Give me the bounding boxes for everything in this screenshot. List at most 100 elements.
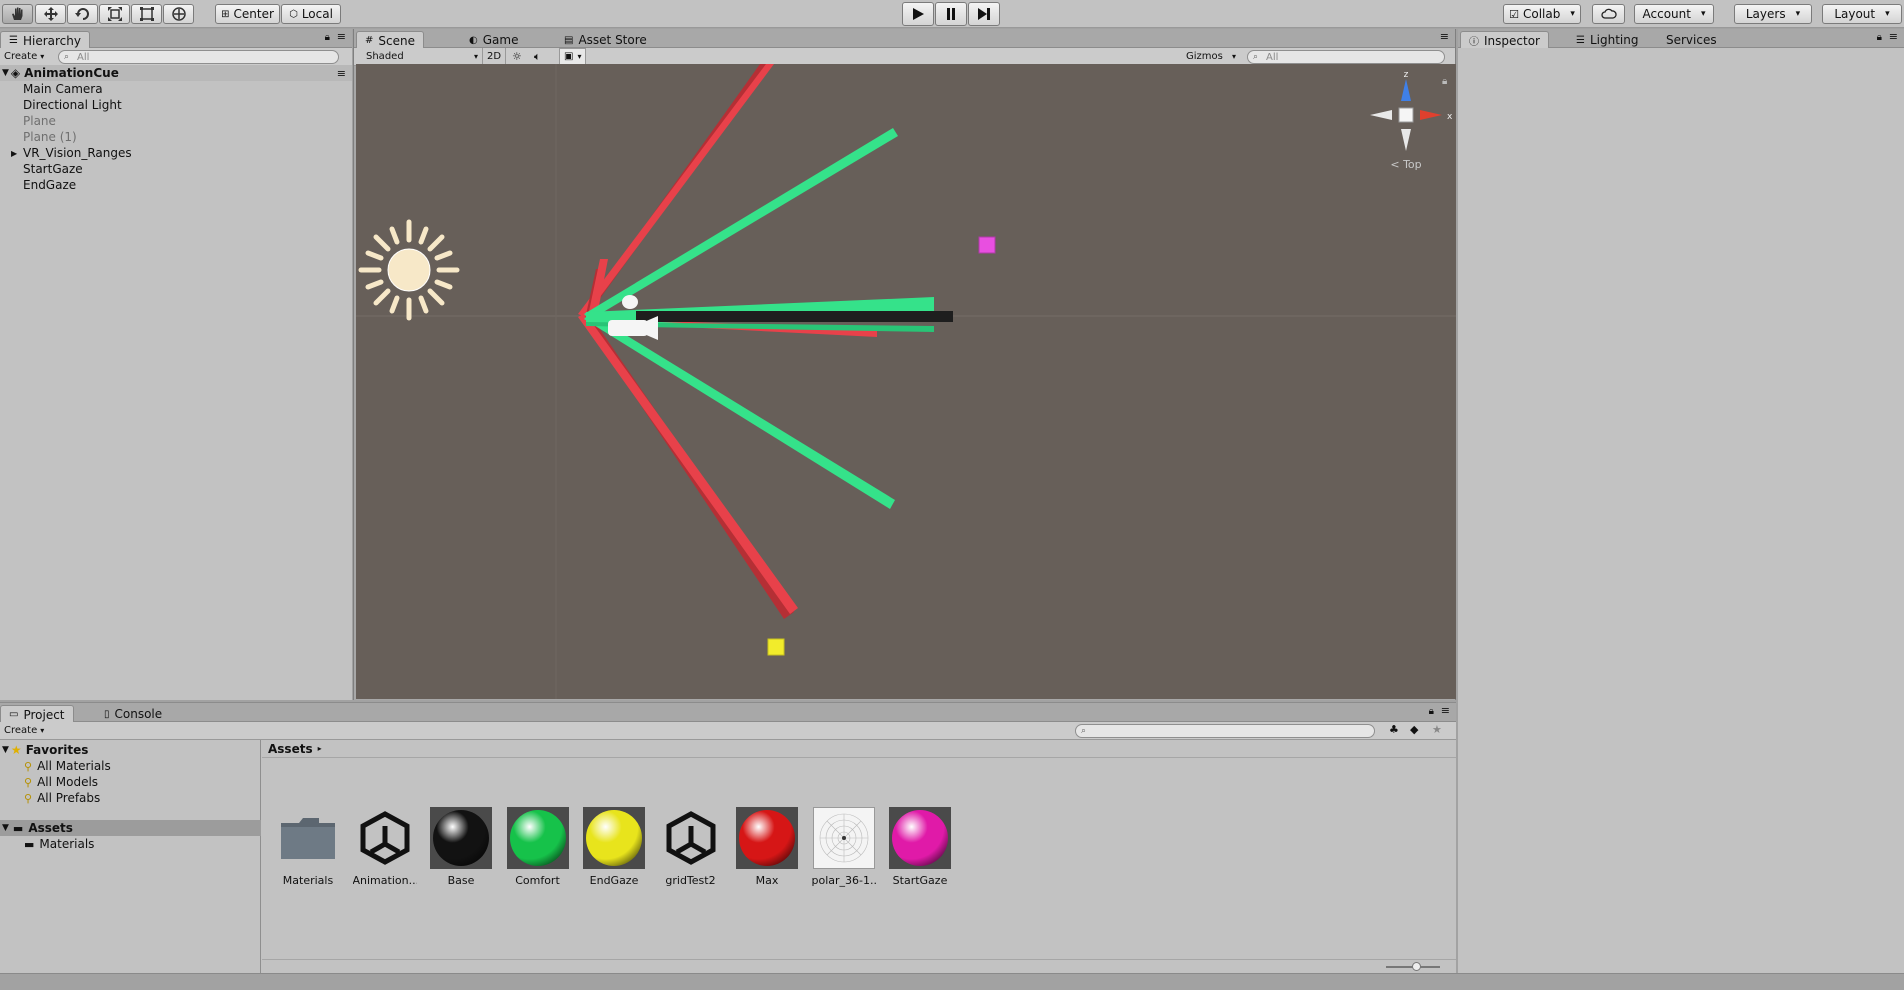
z-axis-cone-icon[interactable]	[1401, 79, 1411, 101]
hierarchy-create-dropdown[interactable]: Create ▾	[4, 51, 44, 62]
favorites-label: Favorites	[25, 743, 89, 757]
scene-root-row[interactable]: ▼ ◈ AnimationCue ≡	[0, 65, 352, 81]
comfort-range-bar-upper[interactable]	[584, 128, 898, 320]
hand-tool-button[interactable]	[2, 4, 33, 24]
materials-folder-row[interactable]: ▬ Materials	[0, 836, 94, 852]
panel-menu-icon[interactable]: ≡	[1889, 30, 1898, 43]
asset-item[interactable]: Comfort	[506, 807, 570, 887]
shading-mode-dropdown[interactable]: Shaded ▾	[366, 51, 478, 62]
effects-dropdown[interactable]: ▣ ▾	[559, 48, 587, 65]
pause-icon	[947, 8, 955, 20]
breadcrumb-assets[interactable]: Assets	[268, 742, 313, 756]
tab-services[interactable]: Services	[1658, 31, 1725, 48]
directional-light-sun-icon[interactable]	[358, 219, 460, 321]
hierarchy-item[interactable]: StartGaze	[0, 161, 83, 177]
tab-console[interactable]: ▯ Console	[96, 705, 170, 722]
comfort-range-bar-lower[interactable]	[584, 313, 895, 509]
assets-root-row[interactable]: ▼ ▬ Assets	[0, 820, 261, 836]
tab-lighting[interactable]: ☰ Lighting	[1568, 31, 1646, 48]
gizmo-lock-icon[interactable]: 🔒︎	[1442, 76, 1447, 87]
orientation-text: Top	[1402, 158, 1422, 171]
tab-inspector[interactable]: ⓘ Inspector	[1460, 31, 1549, 48]
2d-toggle[interactable]: 2D	[482, 48, 506, 65]
asset-item[interactable]: Materials	[276, 807, 340, 887]
max-range-bar-upper[interactable]	[578, 64, 774, 317]
asset-item[interactable]: StartGaze	[888, 807, 952, 887]
scene-menu-icon[interactable]: ≡	[337, 67, 346, 80]
tab-scene[interactable]: # Scene	[356, 31, 424, 48]
scene-search-input[interactable]: ⌕ All	[1247, 50, 1445, 64]
tab-game[interactable]: ◐ Game	[461, 31, 526, 48]
transform-tool-button[interactable]	[163, 4, 194, 24]
tab-project[interactable]: ▭ Project	[0, 705, 74, 722]
lock-icon[interactable]: 🔒︎	[1429, 706, 1434, 717]
lighting-toggle[interactable]: ☼	[512, 50, 522, 63]
panel-menu-icon[interactable]: ≡	[1440, 30, 1449, 43]
neg-z-axis-cone-icon[interactable]	[1401, 129, 1411, 151]
tab-asset-store[interactable]: ▤ Asset Store	[556, 31, 655, 48]
favorites-row[interactable]: ▼ ★ Favorites	[0, 742, 88, 758]
orientation-label[interactable]: < Top	[1390, 158, 1421, 171]
hierarchy-item[interactable]: Main Camera	[0, 81, 103, 97]
pause-button[interactable]	[935, 2, 967, 26]
expand-arrow-icon[interactable]: ▶	[11, 149, 17, 158]
scale-icon	[107, 7, 122, 21]
max-range-bar-lower[interactable]	[578, 313, 798, 614]
asset-item[interactable]: EndGaze	[582, 807, 646, 887]
gizmo-center-cube[interactable]	[1398, 107, 1414, 123]
favorite-item[interactable]: ⚲ All Materials	[0, 758, 111, 774]
layout-label: Layout	[1834, 7, 1876, 21]
dropdown-arrow-icon: ▾	[577, 52, 582, 61]
favorite-item[interactable]: ⚲ All Models	[0, 774, 98, 790]
slider-handle[interactable]	[1412, 962, 1421, 971]
project-search-input[interactable]: ⌕	[1075, 724, 1375, 738]
game-tab-label: Game	[482, 33, 519, 47]
favorite-star-icon[interactable]: ★	[1432, 723, 1442, 736]
cloud-button[interactable]	[1592, 4, 1625, 24]
asset-item[interactable]: Max	[735, 807, 799, 887]
asset-item[interactable]: Animation...	[353, 807, 417, 887]
end-gaze-marker[interactable]	[767, 638, 785, 656]
lock-icon[interactable]: 🔒︎	[1877, 32, 1882, 43]
neg-x-axis-cone-icon[interactable]	[1370, 110, 1392, 120]
orientation-gizmo[interactable]: z x	[1370, 70, 1453, 151]
hierarchy-search-input[interactable]: ⌕ All	[58, 50, 339, 64]
scale-tool-button[interactable]	[99, 4, 130, 24]
pivot-local-button[interactable]: ⬡ Local	[281, 4, 341, 24]
start-gaze-marker[interactable]	[978, 236, 996, 254]
x-axis-cone-icon[interactable]	[1420, 110, 1442, 120]
pivot-center-button[interactable]: ⊞ Center	[215, 4, 280, 24]
panel-menu-icon[interactable]: ≡	[1441, 704, 1450, 717]
panel-menu-icon[interactable]: ≡	[337, 30, 346, 43]
collab-dropdown[interactable]: ☑ Collab	[1503, 4, 1581, 24]
layout-dropdown[interactable]: Layout	[1822, 4, 1902, 24]
favorite-item[interactable]: ⚲ All Prefabs	[0, 790, 100, 806]
sphere-icon	[892, 810, 948, 866]
step-button[interactable]	[968, 2, 1000, 26]
scene-viewport[interactable]: z x < Top 🔒︎	[356, 64, 1456, 699]
hierarchy-item[interactable]: Plane (1)	[0, 129, 77, 145]
scene-canvas[interactable]: z x < Top 🔒︎	[356, 64, 1456, 699]
filter-by-label-icon[interactable]: ◆	[1410, 723, 1418, 736]
play-button[interactable]	[902, 2, 934, 26]
rect-tool-button[interactable]	[131, 4, 162, 24]
tab-hierarchy[interactable]: ☰ Hierarchy	[0, 31, 90, 48]
filter-by-type-icon[interactable]: ♣	[1389, 723, 1399, 736]
lock-icon[interactable]: 🔒︎	[325, 32, 330, 43]
project-create-dropdown[interactable]: Create ▾	[4, 725, 44, 736]
hierarchy-item[interactable]: ▶ VR_Vision_Ranges	[0, 145, 132, 161]
layers-dropdown[interactable]: Layers	[1734, 4, 1812, 24]
account-dropdown[interactable]: Account	[1634, 4, 1714, 24]
asset-item[interactable]: gridTest2	[659, 807, 723, 887]
audio-toggle[interactable]: 🔈︎	[534, 50, 541, 64]
rotate-tool-button[interactable]	[67, 4, 98, 24]
hierarchy-item[interactable]: Directional Light	[0, 97, 122, 113]
asset-item[interactable]: polar_36-1...	[812, 807, 876, 887]
gizmos-dropdown[interactable]: Gizmos ▾	[1186, 51, 1236, 62]
asset-item[interactable]: Base	[429, 807, 493, 887]
move-tool-button[interactable]	[35, 4, 66, 24]
base-range-bar[interactable]	[636, 311, 953, 322]
hierarchy-item[interactable]: Plane	[0, 113, 56, 129]
hierarchy-item[interactable]: EndGaze	[0, 177, 76, 193]
console-tab-label: Console	[114, 707, 163, 721]
